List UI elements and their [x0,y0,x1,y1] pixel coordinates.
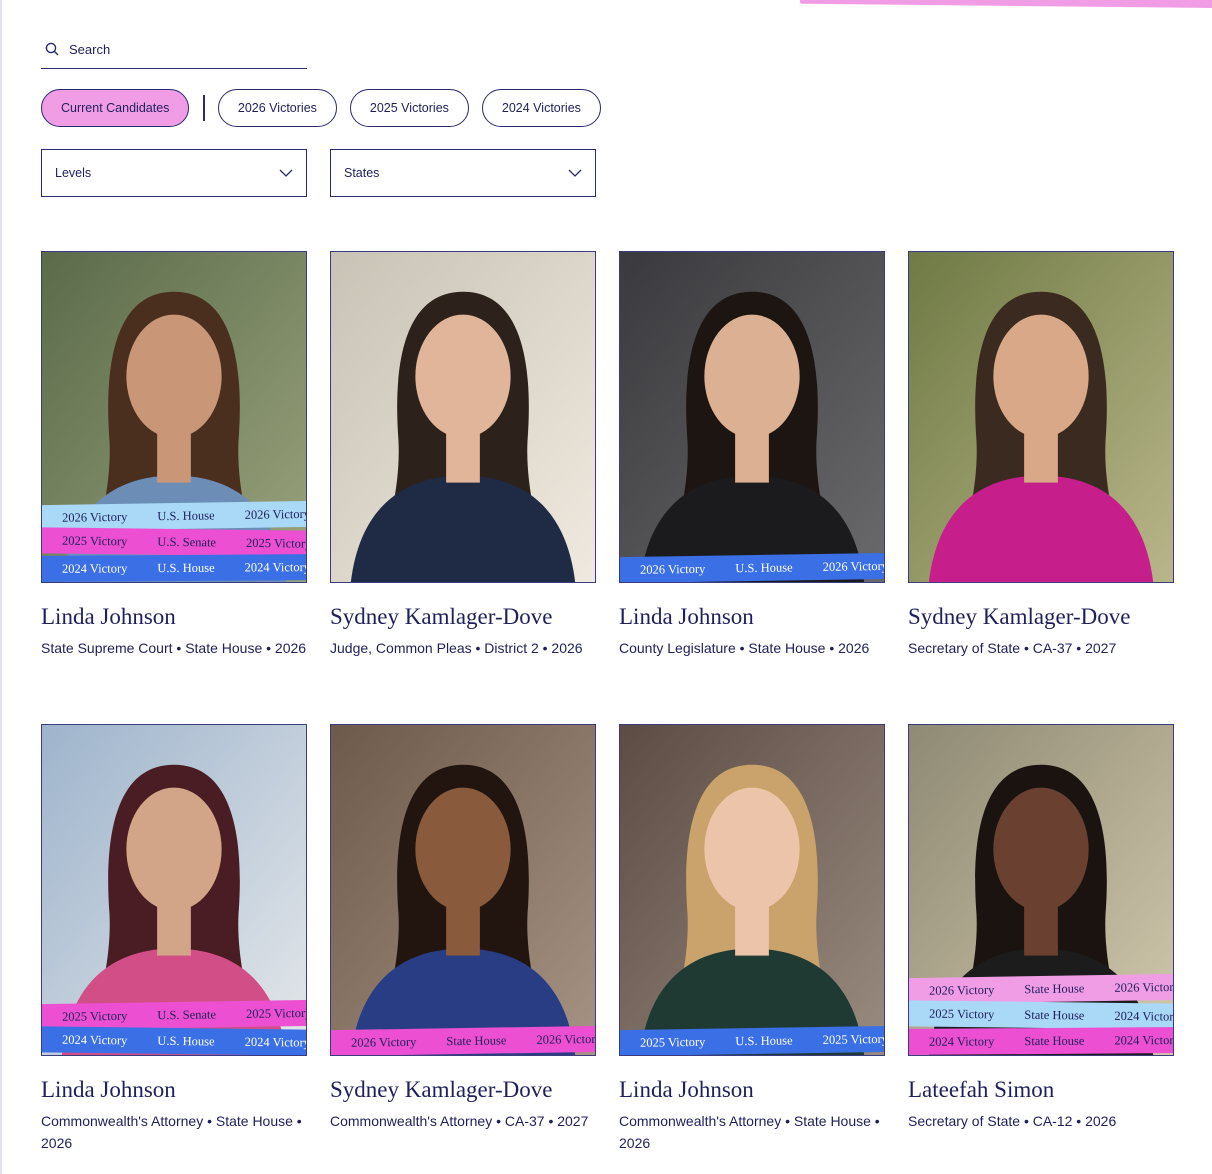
ribbon-tag: 2024 Victory [61,560,128,576]
victory-ribbon: 2026 Victory State House 2026 Victory [331,1025,596,1055]
ribbon-tag: 2024 Victory [244,1034,307,1050]
states-dropdown-label: States [344,166,380,180]
candidate-meta: Judge, Common Pleas • District 2 • 2026 [330,640,583,656]
ribbon-tag: 2024 Victory [61,1032,128,1047]
candidate-meta: State Supreme Court • State House • 2026 [41,640,307,656]
candidate-photo-frame: 2026 Victory U.S. House 2026 Victory 2025 V… [41,251,307,583]
ribbon-tag: U.S. House [157,560,215,575]
candidate-photo [331,252,595,582]
candidate-card[interactable]: Sydney Kamlager-Dove Judge, Common Pleas … [330,251,596,659]
candidate-meta: County Legislature • State House • 2026 [619,640,870,656]
ribbon-tag: U.S. House [157,507,215,523]
ribbon-tag: U.S. Senate [157,1006,217,1022]
victory-ribbon: 2025 VictoryState House2024 VictorySt [909,1000,1174,1030]
ribbon-tag: 2024 Victory [1114,1008,1174,1024]
chevron-down-icon [568,169,582,177]
candidate-card[interactable]: 2026 Victory State House 2026 Victory 2025 … [908,724,1174,1132]
candidate-meta: Commonwealth's Attorney • State House • … [41,1113,302,1151]
candidate-name[interactable]: Sydney Kamlager-Dove [908,603,1174,631]
candidate-name[interactable]: Linda Johnson [619,1076,885,1104]
candidate-card[interactable]: 2026 Victory U.S. House 2026 Victory Linda … [619,251,885,659]
ribbon-tag: State House [1024,1007,1085,1023]
ribbon-tag: 2026 Victory [822,558,885,574]
candidate-meta: Commonwealth's Attorney • CA-37 • 2027 [330,1113,589,1129]
victory-ribbon: 2025 VictoryU.S. Senate2025 VictoryU.S [42,999,307,1031]
ribbon-tag: U.S. Senate [157,534,217,549]
filter-chips: Current Candidates 2026 Victories 2025 V… [41,89,614,127]
candidate-card[interactable]: 2026 Victory State House 2026 Victory Sydne… [330,724,596,1132]
candidate-photo-frame [908,251,1174,583]
candidate-meta: Secretary of State • CA-37 • 2027 [908,640,1117,656]
candidate-card[interactable]: 2025 VictoryU.S. Senate2025 VictoryU.S20… [41,724,307,1154]
candidate-photo-frame: 2025 Victory U.S. House 2025 Victory [619,724,885,1056]
candidate-meta: Commonwealth's Attorney • State House • … [619,1113,880,1151]
ribbon-tag: State House [1024,980,1085,996]
ribbon-tag: 2025 Victory [639,1034,706,1050]
candidate-meta: Secretary of State • CA-12 • 2026 [908,1113,1117,1129]
victory-ribbon: 2024 Victory State House 2024 Victory [909,1027,1174,1055]
ribbon-tag: 2025 Victory [928,1006,995,1021]
ribbon-tag: State House [446,1032,507,1048]
chip-divider [203,95,205,121]
candidate-photo [909,252,1173,582]
chevron-down-icon [279,169,293,177]
victory-ribbon: 2024 Victory U.S. House 2024 Victory [42,1026,307,1055]
candidate-photo [620,725,884,1055]
candidate-name[interactable]: Linda Johnson [41,603,307,631]
chip-current-candidates[interactable]: Current Candidates [41,89,190,127]
candidate-card[interactable]: 2026 Victory U.S. House 2026 Victory 2025 V… [41,251,307,659]
candidate-photo-frame [330,251,596,583]
states-dropdown[interactable]: States [330,149,596,197]
candidate-name[interactable]: Lateefah Simon [908,1076,1174,1104]
candidate-photo [620,252,884,582]
ribbon-tag: 2026 Victory [639,561,706,577]
search-input[interactable] [69,41,269,57]
ribbon-tag: State House [1024,1033,1085,1048]
ribbon-tag: U.S. House [157,1033,215,1048]
ribbon-tag: 2025 Victory [822,1031,885,1047]
candidate-name[interactable]: Linda Johnson [41,1076,307,1104]
ribbon-tag: 2024 Victory [244,559,307,575]
chip-2026-victories[interactable]: 2026 Victories [217,89,337,127]
victory-ribbon: 2025 VictoryU.S. Senate2025 VictoryU.S [42,527,307,557]
candidate-photo-frame: 2025 VictoryU.S. Senate2025 VictoryU.S20… [41,724,307,1056]
chip-2025-victories[interactable]: 2025 Victories [349,89,469,127]
levels-dropdown[interactable]: Levels [41,149,307,197]
candidate-name[interactable]: Linda Johnson [619,603,885,631]
ribbon-tag: 2025 Victory [245,535,307,551]
candidate-photo-frame: 2026 Victory U.S. House 2026 Victory [619,251,885,583]
ribbon-tag: 2026 Victory [350,1034,417,1050]
search-icon [45,42,59,56]
victory-ribbon: 2024 Victory U.S. House 2024 Victory [42,554,307,582]
top-accent-stroke [799,0,1212,9]
ribbon-tag: 2025 Victory [61,1008,128,1024]
ribbon-tag: 2026 Victory [61,509,128,525]
ribbon-tag: 2024 Victory [928,1033,995,1049]
ribbon-tag: U.S. House [735,1032,793,1048]
candidate-photo-frame: 2026 Victory State House 2026 Victory 2025 … [908,724,1174,1056]
ribbon-tag: 2026 Victory [928,982,995,998]
page-left-border [0,0,2,1174]
search-bar[interactable] [41,30,307,69]
ribbon-tag: 2025 Victory [245,1005,307,1021]
victory-ribbon: 2026 Victory State House 2026 Victory [909,973,1174,1005]
candidate-name[interactable]: Sydney Kamlager-Dove [330,1076,596,1104]
victory-ribbon: 2025 Victory U.S. House 2025 Victory [620,1025,885,1055]
ribbon-tag: U.S. House [735,559,793,575]
candidate-name[interactable]: Sydney Kamlager-Dove [330,603,596,631]
ribbon-tag: 2026 Victory [536,1031,596,1047]
victory-ribbon: 2026 Victory U.S. House 2026 Victory [620,552,885,582]
candidate-photo-frame: 2026 Victory State House 2026 Victory [330,724,596,1056]
candidate-card[interactable]: Sydney Kamlager-Dove Secretary of State •… [908,251,1174,659]
ribbon-tag: 2025 Victory [61,533,128,548]
ribbon-tag: 2026 Victory [1114,979,1174,995]
victory-ribbon: 2026 Victory U.S. House 2026 Victory [42,500,307,532]
levels-dropdown-label: Levels [55,166,92,180]
chip-2024-victories[interactable]: 2024 Victories [481,89,601,127]
ribbon-tag: 2024 Victory [1114,1032,1174,1048]
ribbon-tag: 2026 Victory [244,506,307,522]
candidate-photo [331,725,595,1055]
candidate-card[interactable]: 2025 Victory U.S. House 2025 Victory Linda … [619,724,885,1154]
